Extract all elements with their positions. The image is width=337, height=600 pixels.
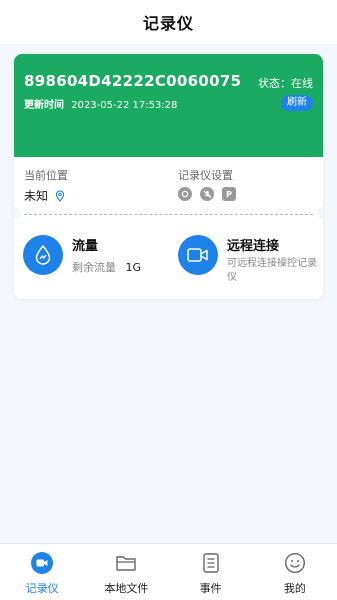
location-value: 未知 <box>24 189 49 203</box>
tab-events[interactable]: 事件 <box>169 544 253 600</box>
device-card: 898604D42222C0060075 状态：在线 更新时间 2023-05-… <box>14 54 323 299</box>
folder-icon <box>115 552 137 574</box>
smiley-icon <box>284 552 306 574</box>
tab-label: 我的 <box>283 582 306 595</box>
water-drop-icon <box>35 244 51 265</box>
video-camera-icon <box>187 248 208 262</box>
flow-remaining-label: 剩余流量 <box>72 261 116 274</box>
parking-icon: P <box>222 187 236 201</box>
flow-remaining-row: 剩余流量 1G <box>72 259 141 275</box>
tab-mine[interactable]: 我的 <box>253 544 337 600</box>
record-icon <box>178 187 192 201</box>
location-pin-icon <box>55 189 65 202</box>
info-section: 当前位置 未知 记录仪设置 P <box>14 157 323 217</box>
device-serial: 898604D42222C0060075 <box>24 72 242 90</box>
update-time-value: 2023-05-22 17:53:28 <box>71 100 178 111</box>
remote-icon-circle <box>178 235 218 275</box>
tab-label: 本地文件 <box>104 582 149 595</box>
update-time-label: 更新时间 <box>24 100 64 111</box>
dashcam-icon <box>31 552 54 574</box>
remote-title: 远程连接 <box>227 239 280 254</box>
tab-label: 记录仪 <box>25 582 59 595</box>
card-notch-right <box>317 207 323 219</box>
location-label: 当前位置 <box>24 169 68 182</box>
dashed-divider <box>24 214 313 215</box>
app-header: 记录仪 <box>0 0 337 44</box>
flow-icon-circle <box>23 235 63 275</box>
remote-desc: 可远程连接操控记录仪 <box>227 258 317 283</box>
device-status-panel: 898604D42222C0060075 状态：在线 更新时间 2023-05-… <box>14 54 323 157</box>
flow-title: 流量 <box>72 239 99 254</box>
tab-label: 事件 <box>199 582 222 595</box>
tab-recorder[interactable]: 记录仪 <box>0 544 84 600</box>
settings-icons: P <box>178 187 236 201</box>
settings-label: 记录仪设置 <box>178 169 233 182</box>
device-status: 状态：在线 <box>258 77 313 90</box>
bottom-tab-bar: 记录仪 本地文件 事件 我的 <box>0 543 337 600</box>
refresh-button[interactable]: 刷新 <box>281 95 313 111</box>
tab-local-files[interactable]: 本地文件 <box>84 544 168 600</box>
mic-off-icon <box>200 187 214 201</box>
location-value-row: 未知 <box>24 187 66 204</box>
document-icon <box>200 552 222 574</box>
page-title: 记录仪 <box>142 14 194 33</box>
update-time-row: 更新时间 2023-05-22 17:53:28 <box>24 96 177 111</box>
flow-remaining-value: 1G <box>125 261 142 274</box>
